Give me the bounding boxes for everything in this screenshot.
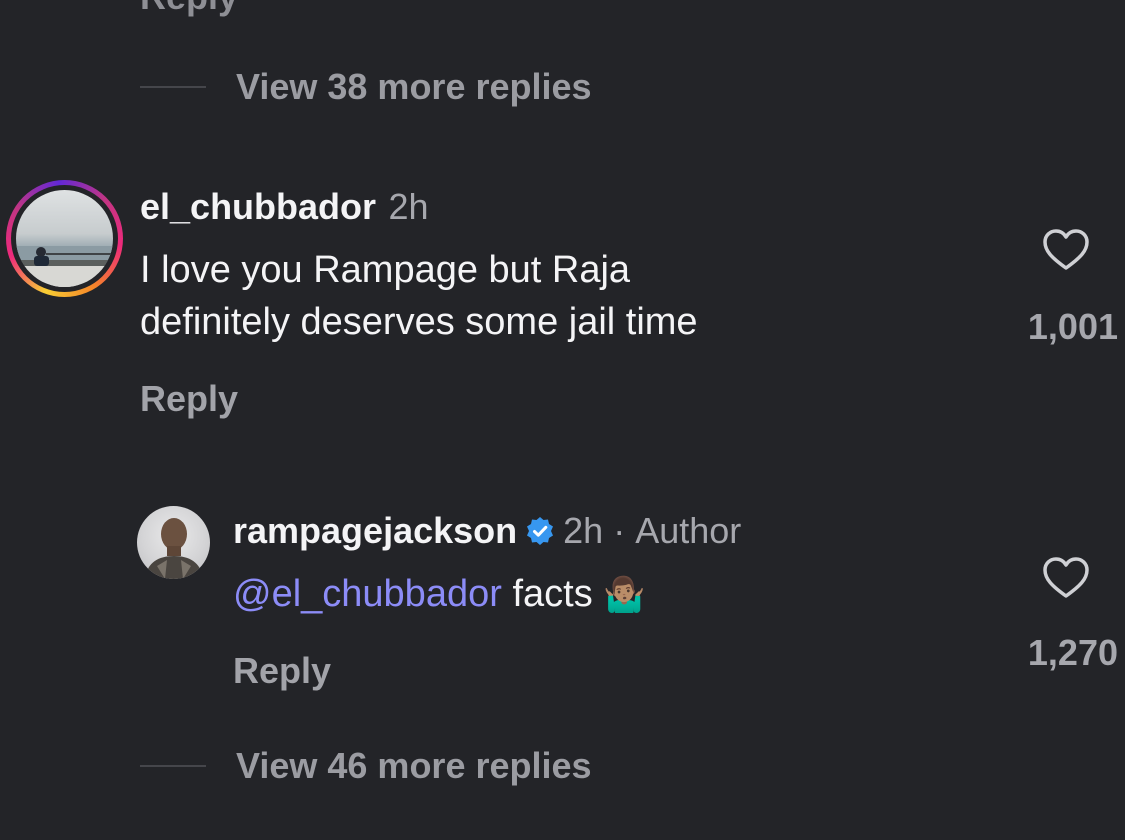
reply-button-2[interactable]: Reply bbox=[233, 650, 331, 692]
comment-text-line2: definitely deserves some jail time bbox=[140, 301, 698, 343]
comment-timestamp: 2h bbox=[388, 186, 429, 227]
avatar-photo bbox=[16, 190, 113, 287]
previous-reply-button[interactable]: Reply bbox=[140, 0, 238, 18]
heart-outline-icon[interactable] bbox=[1042, 228, 1090, 277]
like-count-2: 1,270 bbox=[1027, 632, 1118, 673]
comment-text: I love you Rampage but Raja definitely d… bbox=[140, 244, 698, 348]
mention-link[interactable]: @el_chubbador bbox=[233, 573, 502, 615]
comment-text-line1: I love you Rampage but Raja bbox=[140, 249, 631, 291]
verified-badge-icon bbox=[525, 516, 555, 546]
thread-line bbox=[140, 765, 206, 767]
reply-header: rampagejackson 2h · Author bbox=[233, 510, 741, 552]
avatar-rampagejackson[interactable] bbox=[137, 506, 210, 579]
reply-button[interactable]: Reply bbox=[140, 378, 238, 420]
meta-separator: · bbox=[613, 510, 626, 551]
shrug-emoji: 🤷🏽‍♂️ bbox=[603, 576, 646, 614]
heart-outline-icon[interactable] bbox=[1042, 556, 1090, 605]
view-more-replies-label: View 46 more replies bbox=[236, 745, 592, 786]
reply-text-content: facts bbox=[512, 573, 593, 615]
avatar-el-chubbador[interactable] bbox=[6, 180, 123, 297]
like-count: 1,001 bbox=[1027, 306, 1118, 347]
view-more-replies-top[interactable]: View 38 more replies bbox=[140, 66, 592, 108]
comment-username[interactable]: el_chubbador bbox=[140, 186, 376, 227]
thread-line bbox=[140, 86, 206, 88]
view-more-replies-bottom[interactable]: View 46 more replies bbox=[140, 745, 592, 787]
reply-timestamp: 2h bbox=[563, 510, 604, 551]
view-more-replies-label: View 38 more replies bbox=[236, 66, 592, 107]
reply-username[interactable]: rampagejackson bbox=[233, 510, 517, 552]
reply-text: @el_chubbador facts 🤷🏽‍♂️ bbox=[233, 568, 646, 621]
comment-header: el_chubbador 2h bbox=[140, 186, 429, 228]
author-tag: Author bbox=[635, 510, 742, 551]
